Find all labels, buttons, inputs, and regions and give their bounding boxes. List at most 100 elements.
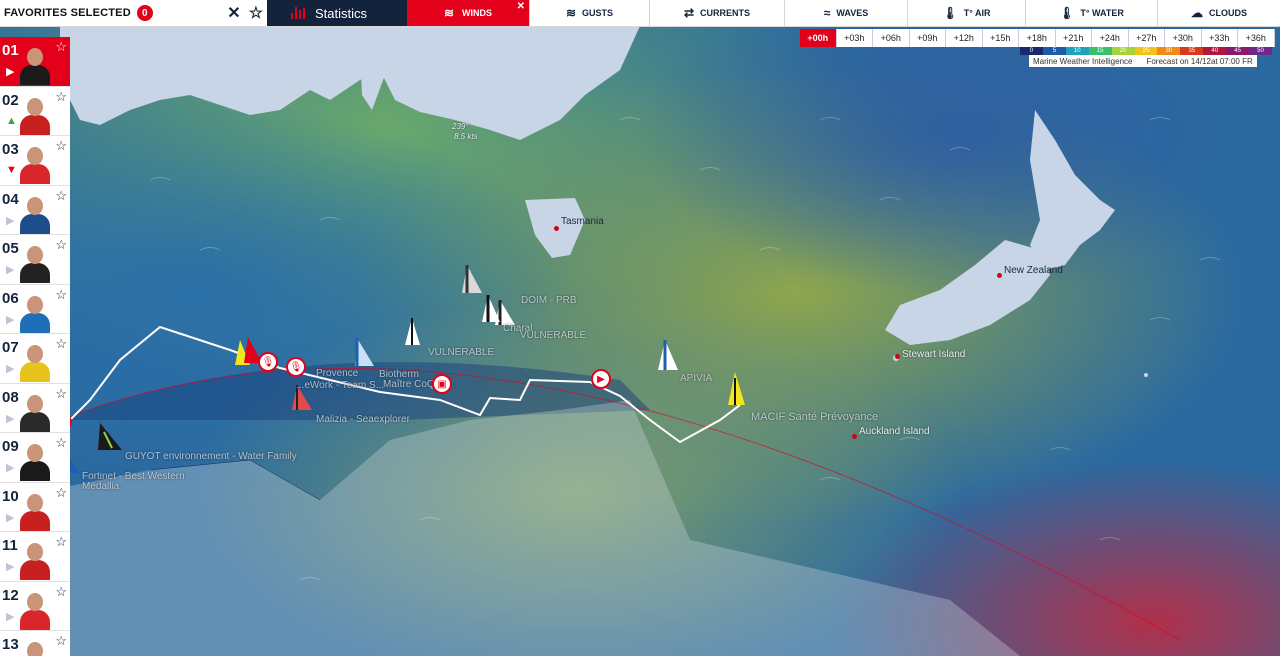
skipper-avatar: [19, 540, 51, 580]
skipper-avatar: [19, 95, 51, 135]
star-icon[interactable]: ☆: [55, 89, 67, 105]
time-step[interactable]: +00h: [800, 29, 837, 47]
boat-label-vulnerable-2[interactable]: VULNERABLE: [428, 347, 494, 358]
waves-icon: ≈: [823, 6, 831, 20]
star-icon[interactable]: ☆: [55, 435, 67, 451]
star-icon[interactable]: ☆: [245, 0, 267, 27]
skipper-avatar: [19, 293, 51, 333]
boat-label-macif[interactable]: MACIF Santé Prévoyance: [751, 411, 878, 423]
rank-item[interactable]: 02 ▲ ☆: [0, 86, 70, 136]
play-icon[interactable]: ▶: [6, 461, 14, 474]
star-icon[interactable]: ☆: [55, 188, 67, 204]
star-icon[interactable]: ☆: [55, 287, 67, 303]
tab-currents[interactable]: ⇄ CURRENTS: [649, 0, 784, 26]
star-icon[interactable]: ☆: [55, 237, 67, 253]
tab-clouds[interactable]: ☁ CLOUDS: [1157, 0, 1280, 26]
trend-up-icon[interactable]: ▲: [6, 115, 17, 127]
star-icon[interactable]: ☆: [55, 485, 67, 501]
bar-chart-icon: [291, 7, 305, 19]
boat-label-medallia[interactable]: Medallia: [82, 481, 119, 492]
play-icon[interactable]: ▶: [6, 560, 14, 573]
tab-gusts[interactable]: ≋ GUSTS: [529, 0, 649, 26]
close-icon[interactable]: ✕: [517, 1, 525, 12]
time-step[interactable]: +18h: [1019, 29, 1056, 47]
time-step[interactable]: +03h: [836, 29, 873, 47]
boat-label-doid[interactable]: DOIM - PRB: [521, 295, 577, 306]
play-icon[interactable]: ▶: [6, 362, 14, 375]
statistics-tab[interactable]: Statistics: [267, 0, 407, 26]
rank-item[interactable]: 11 ▶ ☆: [0, 532, 70, 582]
microphone-icon: 🎙: [261, 356, 275, 368]
rank-number: 06: [2, 289, 19, 307]
favorites-count-badge: 0: [136, 5, 153, 21]
play-icon[interactable]: ▶: [6, 214, 14, 227]
star-icon[interactable]: ☆: [55, 633, 67, 649]
photo-pin[interactable]: ▣: [432, 374, 452, 394]
rank-item[interactable]: 01 ▶ ☆: [0, 37, 70, 87]
time-step[interactable]: +15h: [982, 29, 1019, 47]
rank-item[interactable]: 12 ▶ ☆: [0, 581, 70, 631]
tab-waves[interactable]: ≈ WAVES: [784, 0, 907, 26]
tab-water-temp[interactable]: 🌡 T° WATER: [1025, 0, 1157, 26]
rank-number: 02: [2, 91, 19, 109]
time-step[interactable]: +12h: [946, 29, 983, 47]
winds-tab[interactable]: ≋ WINDS ✕: [407, 0, 529, 26]
time-step[interactable]: +06h: [873, 29, 910, 47]
scale-step: 45: [1226, 47, 1250, 55]
skipper-avatar: [19, 491, 51, 531]
play-icon[interactable]: ▶: [6, 610, 14, 623]
video-pin[interactable]: ▶: [591, 369, 611, 389]
audio-pin-2[interactable]: 🎙: [286, 357, 306, 377]
star-icon[interactable]: ☆: [55, 39, 67, 55]
skipper-avatar: [19, 441, 51, 481]
skipper-avatar: [19, 144, 51, 184]
play-icon[interactable]: ▶: [6, 263, 14, 276]
favorites-section: FAVORITES SELECTED 0 ✕ ☆: [0, 0, 267, 26]
time-step[interactable]: +21h: [1055, 29, 1092, 47]
star-icon[interactable]: ☆: [55, 386, 67, 402]
time-step[interactable]: +36h: [1238, 29, 1275, 47]
play-icon[interactable]: ▶: [6, 65, 14, 78]
rank-item[interactable]: 04 ▶ ☆: [0, 185, 70, 235]
star-icon[interactable]: ☆: [55, 584, 67, 600]
boat-label-maitre-coq[interactable]: Maître CoQ: [383, 379, 435, 390]
star-icon[interactable]: ☆: [55, 534, 67, 550]
rank-item[interactable]: 07 ▶ ☆: [0, 334, 70, 384]
boat-label-guyot[interactable]: GUYOT environnement - Water Family: [125, 451, 297, 462]
time-step[interactable]: +33h: [1201, 29, 1238, 47]
audio-pin-1[interactable]: 🎙: [258, 352, 278, 372]
time-step[interactable]: +27h: [1128, 29, 1165, 47]
boat-label-apivia[interactable]: APIVIA: [680, 373, 712, 384]
boat-label-vulnerable-1[interactable]: VULNERABLE: [520, 330, 586, 341]
play-icon[interactable]: ▶: [6, 313, 14, 326]
close-icon[interactable]: ✕: [223, 0, 245, 27]
winds-label: WINDS: [462, 8, 493, 18]
forecast-info: Marine Weather Intelligence Forecast on …: [1029, 55, 1257, 67]
star-icon[interactable]: ☆: [55, 138, 67, 154]
boat-label-malizia[interactable]: Malizia - Seaexplorer: [316, 414, 410, 425]
rank-item[interactable]: 03 ▼ ☆: [0, 136, 70, 186]
boat-label-teamwork[interactable]: ...eWork - Team S...: [296, 380, 384, 391]
scale-step: 10: [1065, 47, 1089, 55]
time-step[interactable]: +09h: [909, 29, 946, 47]
tab-air-temp[interactable]: 🌡 T° AIR: [907, 0, 1025, 26]
rank-item[interactable]: 10 ▶ ☆: [0, 482, 70, 532]
play-icon[interactable]: ▶: [6, 412, 14, 425]
play-icon[interactable]: ▶: [6, 511, 14, 524]
skipper-avatar: [19, 45, 51, 85]
rank-item[interactable]: 05 ▶ ☆: [0, 235, 70, 285]
trend-down-icon[interactable]: ▼: [6, 164, 17, 176]
time-step[interactable]: +24h: [1092, 29, 1129, 47]
rank-item[interactable]: 06 ▶ ☆: [0, 284, 70, 334]
rank-item[interactable]: 09 ▶ ☆: [0, 433, 70, 483]
scale-step: 25: [1134, 47, 1158, 55]
weather-map[interactable]: [0, 0, 1280, 656]
rank-item[interactable]: 08 ▶ ☆: [0, 383, 70, 433]
skipper-avatar: [19, 590, 51, 630]
rank-number: 05: [2, 240, 19, 257]
rank-item[interactable]: 13▶☆: [0, 631, 70, 656]
star-icon[interactable]: ☆: [55, 336, 67, 352]
boat-label-provence[interactable]: Provence: [316, 368, 358, 379]
time-step[interactable]: +30h: [1165, 29, 1202, 47]
scale-step: 20: [1111, 47, 1135, 55]
